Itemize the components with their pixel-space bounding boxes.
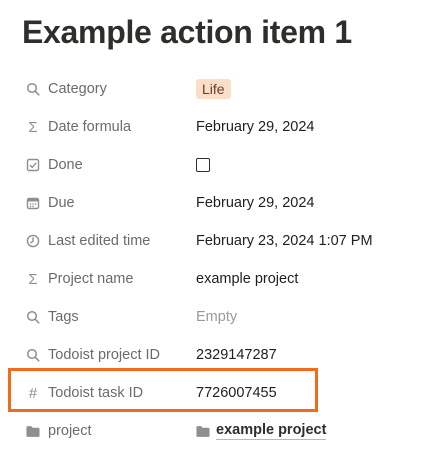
sigma-icon: Σ: [28, 270, 38, 288]
property-label[interactable]: # Todoist task ID: [26, 374, 143, 412]
property-value: example project: [196, 271, 299, 287]
category-tag[interactable]: Life: [196, 79, 231, 99]
project-relation-link[interactable]: example project: [196, 422, 327, 440]
property-label[interactable]: project: [26, 412, 92, 450]
project-relation-text[interactable]: example project: [216, 422, 327, 440]
property-row-project[interactable]: project example project: [0, 412, 427, 450]
property-value-empty[interactable]: Empty: [196, 298, 237, 336]
checkbox-icon: [26, 158, 40, 172]
property-label[interactable]: Done: [26, 146, 83, 184]
property-label[interactable]: Last edited time: [26, 222, 150, 260]
property-row-due[interactable]: Due February 29, 2024: [0, 184, 427, 222]
property-label-text: project: [48, 423, 92, 439]
property-row-todoist-project-id[interactable]: Todoist project ID 2329147287: [0, 336, 427, 374]
property-label-text: Category: [48, 81, 107, 97]
property-row-category[interactable]: Category Life: [0, 70, 427, 108]
property-label[interactable]: Tags: [26, 298, 79, 336]
property-label-text: Done: [48, 157, 83, 173]
property-label-text: Tags: [48, 309, 79, 325]
property-value[interactable]: example project: [196, 412, 327, 450]
property-value: February 29, 2024: [196, 119, 315, 135]
property-value[interactable]: 2329147287: [196, 336, 277, 374]
property-label-text: Project name: [48, 271, 134, 287]
property-row-date-formula[interactable]: Σ Date formula February 29, 2024: [0, 108, 427, 146]
property-label[interactable]: Σ Date formula: [26, 108, 131, 146]
property-value[interactable]: [196, 146, 210, 184]
properties-list: Category Life Σ Date formula February 29…: [0, 70, 427, 450]
property-label-text: Date formula: [48, 119, 132, 135]
search-icon: [26, 310, 40, 324]
property-label[interactable]: Due: [26, 184, 75, 222]
property-label[interactable]: Todoist project ID: [26, 336, 160, 374]
property-value: February 23, 2024 1:07 PM: [196, 233, 373, 249]
property-label[interactable]: Category: [26, 70, 107, 108]
page-title[interactable]: Example action item 1: [22, 14, 352, 51]
property-row-project-name[interactable]: Σ Project name example project: [0, 260, 427, 298]
property-label-text: Due: [48, 195, 75, 211]
hash-icon: #: [28, 384, 38, 402]
property-value[interactable]: 7726007455: [196, 374, 277, 412]
property-value[interactable]: February 29, 2024: [196, 184, 315, 222]
folder-icon: [26, 424, 40, 438]
property-label[interactable]: Σ Project name: [26, 260, 133, 298]
property-label-text: Todoist task ID: [48, 385, 144, 401]
property-row-last-edited-time[interactable]: Last edited time February 23, 2024 1:07 …: [0, 222, 427, 260]
clock-icon: [26, 234, 40, 248]
sigma-icon: Σ: [28, 118, 38, 136]
done-checkbox[interactable]: [196, 158, 210, 172]
property-row-tags[interactable]: Tags Empty: [0, 298, 427, 336]
property-label-text: Last edited time: [48, 233, 151, 249]
property-row-todoist-task-id[interactable]: # Todoist task ID 7726007455: [0, 374, 427, 412]
calendar-icon: [26, 196, 40, 210]
property-label-text: Todoist project ID: [48, 347, 161, 363]
folder-icon: [196, 424, 210, 438]
search-icon: [26, 348, 40, 362]
property-row-done[interactable]: Done: [0, 146, 427, 184]
search-icon: [26, 82, 40, 96]
property-value[interactable]: Life: [196, 70, 231, 108]
